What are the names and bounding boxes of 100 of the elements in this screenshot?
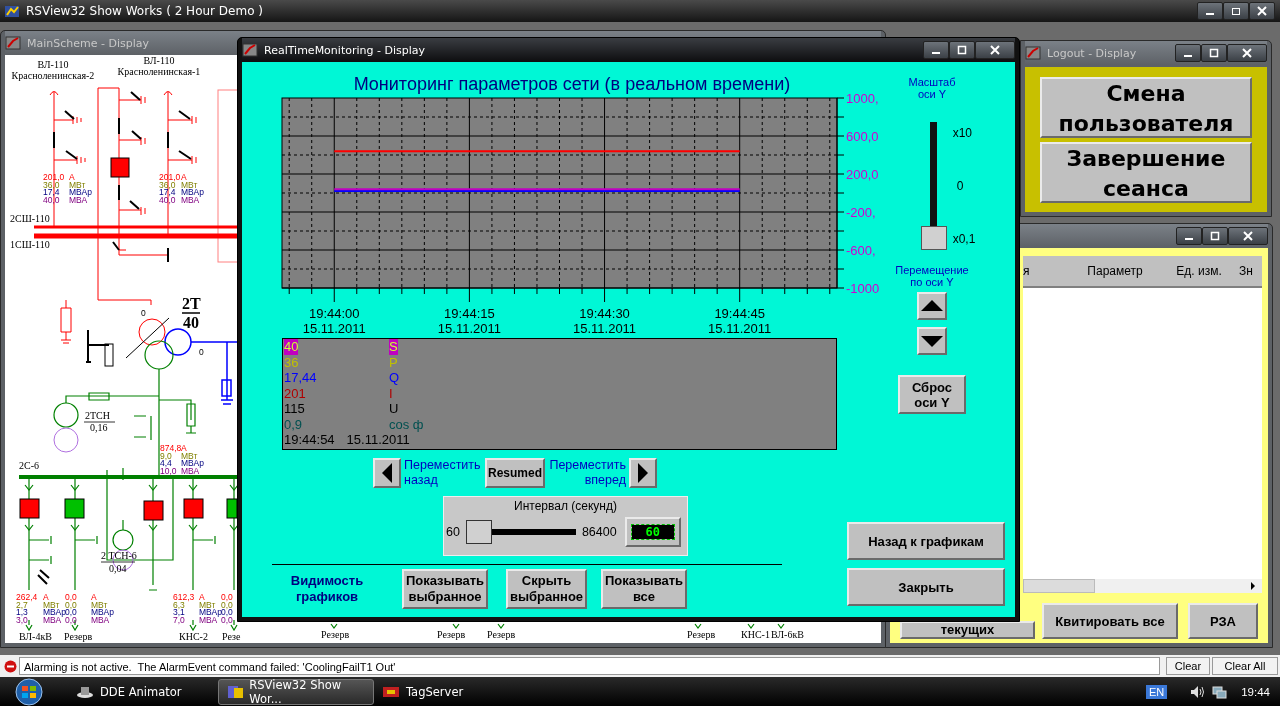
status-button[interactable]: Clear All <box>1212 657 1278 675</box>
column-header[interactable]: Ед. изм. <box>1167 264 1231 278</box>
shift-down-button[interactable] <box>917 327 947 355</box>
unit-label: МВА <box>181 194 200 205</box>
transformer-rating: 0,04 <box>109 563 127 574</box>
restore-button[interactable] <box>1223 2 1249 20</box>
maximize-icon <box>1209 48 1219 58</box>
line-label: Красноленинская-2 <box>11 70 95 81</box>
interval-display: 60 <box>631 525 674 539</box>
y-tick-label: -200, <box>846 205 876 220</box>
legend-time: 19:44:54 <box>284 432 335 448</box>
network-icon[interactable] <box>1211 683 1228 700</box>
unit-label: МВА <box>43 614 62 625</box>
nav-button[interactable]: Назад к графикам <box>847 522 1005 560</box>
alarm-button[interactable]: текущих <box>900 621 1035 639</box>
taskbar-item[interactable]: TagServer <box>374 678 504 705</box>
circuit-breaker[interactable] <box>226 498 238 519</box>
restore-icon <box>1231 6 1241 16</box>
column-header[interactable]: Параметр <box>1063 264 1167 278</box>
unit-label: МВт <box>43 599 60 610</box>
unit-label: МВт <box>69 179 86 190</box>
unit-label: А <box>181 443 187 453</box>
measurement-value: 6,3 <box>173 599 185 610</box>
scroll-forward-button[interactable] <box>629 458 657 488</box>
unit-label: МВА <box>199 614 218 625</box>
shift-up-button[interactable] <box>917 292 947 320</box>
transformer-rating: 40 <box>183 314 199 331</box>
legend-value[interactable]: 115 <box>284 401 305 417</box>
feeder-label: ВЛ-4кВ <box>19 631 52 642</box>
window-stack-icon <box>227 683 244 700</box>
feeder-label: Резерв <box>437 629 466 640</box>
language-indicator[interactable]: EN <box>1145 684 1168 699</box>
alarm-button[interactable]: РЗА <box>1188 603 1258 639</box>
measurement-value: 9,0 <box>160 450 172 461</box>
visibility-button[interactable]: Скрыть выбранное <box>506 569 587 609</box>
column-header[interactable]: Зн <box>1231 264 1262 278</box>
stop-icon <box>4 659 17 673</box>
line-label: ВЛ-110 <box>37 59 69 70</box>
scale-tick-label: x0,1 <box>952 232 976 246</box>
window-title: RealTimeMonitoring - Display <box>264 43 425 57</box>
scale-slider[interactable] <box>920 122 947 250</box>
nav-button[interactable]: Закрыть <box>847 568 1005 606</box>
maximize-button[interactable] <box>949 41 975 59</box>
taskbar-item[interactable]: DDE Animator <box>68 678 218 705</box>
window-icon <box>242 42 258 58</box>
feeder-label: КНС-2 <box>179 631 208 642</box>
column-header[interactable]: я <box>1023 264 1063 278</box>
maximize-icon <box>1210 231 1220 241</box>
scroll-right-icon[interactable] <box>1250 582 1256 590</box>
window-title: Logout - Display <box>1047 46 1137 60</box>
logout-button[interactable]: Завершение сеанса <box>1040 141 1252 203</box>
unit-label: А <box>43 592 49 602</box>
slider-thumb[interactable] <box>465 520 492 544</box>
visibility-button[interactable]: Показывать все <box>601 569 687 609</box>
window-icon <box>1025 45 1041 61</box>
close-button[interactable] <box>1249 2 1275 20</box>
terminal-label: 0 <box>141 308 146 318</box>
horizontal-scrollbar[interactable] <box>1023 579 1262 593</box>
bus-label: 1СШ-110 <box>10 239 50 250</box>
legend-name[interactable]: S <box>389 339 398 355</box>
interval-slider[interactable] <box>465 520 576 544</box>
interval-max-label: 86400 <box>581 525 617 539</box>
x-tick-label: 19:44:30 15.11.2011 <box>573 306 637 336</box>
app-title: RSView32 Show Works ( 2 Hour Demo ) <box>26 4 263 18</box>
bus-label: 2СШ-110 <box>10 213 50 224</box>
transformer-label: 2ТСН <box>85 410 110 421</box>
close-icon <box>990 45 1000 55</box>
y-tick-label: -1000 <box>846 281 880 296</box>
taskbar-item[interactable]: RSView32 Show Wor... <box>218 678 374 705</box>
minimize-button[interactable] <box>923 41 949 59</box>
scroll-back-button[interactable] <box>373 458 401 488</box>
logout-button[interactable]: Смена пользователя <box>1040 76 1252 138</box>
unit-label: А <box>199 592 205 602</box>
unit-label: МВт <box>181 450 198 461</box>
close-button[interactable] <box>975 41 1015 59</box>
legend-name[interactable]: U <box>389 401 399 417</box>
visibility-button[interactable]: Показывать выбранное <box>402 569 488 609</box>
unit-label: МВАр <box>181 187 204 197</box>
y-tick-label: 600,0 <box>846 129 879 144</box>
resume-button[interactable]: Resumed <box>485 458 545 488</box>
unit-label: МВАр <box>43 607 66 617</box>
feeder-label: Резерв <box>687 629 716 640</box>
measurement-value: 262,4 <box>16 592 38 602</box>
measurement-value: 874,8 <box>160 443 182 453</box>
slider-thumb[interactable] <box>920 226 947 250</box>
unit-label: А <box>181 172 187 182</box>
status-button[interactable]: Clear <box>1166 657 1210 675</box>
feeder-label: ВЛ-6кВ <box>771 629 804 640</box>
reset-axis-button[interactable]: Сброс оси Y <box>898 375 966 414</box>
feeder-label: Резерв <box>64 631 93 642</box>
feeder-label: Резе <box>222 631 241 642</box>
unit-label: А <box>91 592 97 602</box>
window-icon <box>5 35 21 51</box>
measurement-value: 2,7 <box>16 599 28 610</box>
transformer-rating: 0,16 <box>90 422 108 433</box>
minimize-button[interactable] <box>1197 2 1223 20</box>
legend-value[interactable]: 40 <box>284 339 299 355</box>
interval-title: Интервал (секунд) <box>514 499 617 513</box>
alarm-button[interactable]: Квитировать все <box>1042 603 1178 639</box>
triangle-left-icon <box>381 463 393 483</box>
